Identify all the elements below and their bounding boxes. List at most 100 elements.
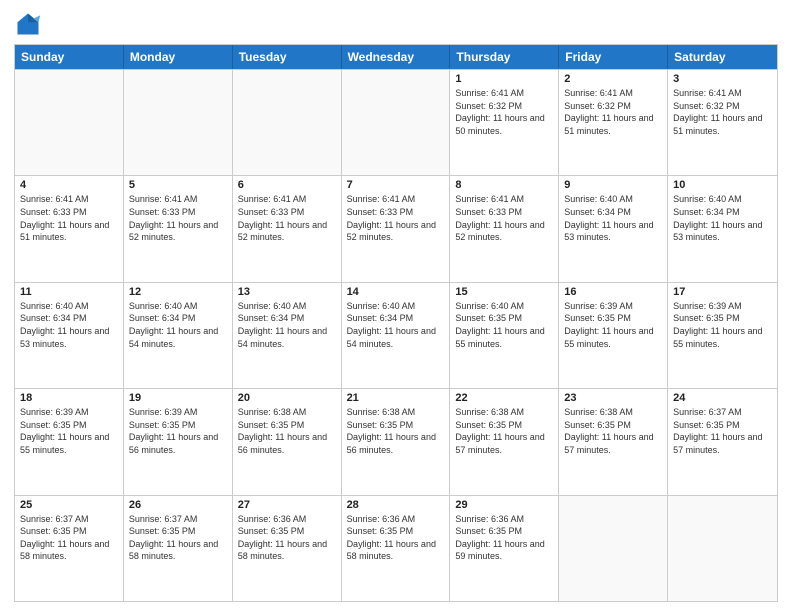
day-cell-10: 10 Sunrise: 6:40 AMSunset: 6:34 PMDayligh… [668,176,777,281]
day-header-monday: Monday [124,45,233,69]
day-cell-8: 8 Sunrise: 6:41 AMSunset: 6:33 PMDaylight… [450,176,559,281]
cell-info: Sunrise: 6:40 AMSunset: 6:35 PMDaylight:… [455,300,553,350]
cell-info: Sunrise: 6:36 AMSunset: 6:35 PMDaylight:… [238,513,336,563]
cell-info: Sunrise: 6:37 AMSunset: 6:35 PMDaylight:… [20,513,118,563]
day-number: 21 [347,392,445,404]
cell-info: Sunrise: 6:41 AMSunset: 6:33 PMDaylight:… [238,193,336,243]
day-number: 11 [20,286,118,298]
logo-icon [14,10,42,38]
calendar-week-3: 11 Sunrise: 6:40 AMSunset: 6:34 PMDayligh… [15,282,777,388]
day-number: 6 [238,179,336,191]
day-number: 10 [673,179,772,191]
day-number: 15 [455,286,553,298]
day-number: 28 [347,499,445,511]
day-number: 25 [20,499,118,511]
cell-info: Sunrise: 6:41 AMSunset: 6:32 PMDaylight:… [455,87,553,137]
day-number: 14 [347,286,445,298]
day-cell-5: 5 Sunrise: 6:41 AMSunset: 6:33 PMDaylight… [124,176,233,281]
day-number: 2 [564,73,662,85]
cell-info: Sunrise: 6:40 AMSunset: 6:34 PMDaylight:… [238,300,336,350]
calendar: SundayMondayTuesdayWednesdayThursdayFrid… [14,44,778,602]
day-cell-28: 28 Sunrise: 6:36 AMSunset: 6:35 PMDayligh… [342,496,451,601]
day-cell-18: 18Sunrise: 6:39 AMSunset: 6:35 PMDayligh… [15,389,124,494]
empty-cell [124,70,233,175]
day-cell-25: 25 Sunrise: 6:37 AMSunset: 6:35 PMDayligh… [15,496,124,601]
header [14,10,778,38]
day-cell-24: 24 Sunrise: 6:37 AMSunset: 6:35 PMDayligh… [668,389,777,494]
day-header-saturday: Saturday [668,45,777,69]
cell-info: Sunrise: 6:41 AMSunset: 6:33 PMDaylight:… [129,193,227,243]
cell-info: Sunrise: 6:36 AMSunset: 6:35 PMDaylight:… [347,513,445,563]
cell-info: Sunrise: 6:39 AMSunset: 6:35 PMDaylight:… [20,406,118,456]
day-number: 17 [673,286,772,298]
day-number: 4 [20,179,118,191]
day-cell-3: 3 Sunrise: 6:41 AMSunset: 6:32 PMDaylight… [668,70,777,175]
empty-cell [15,70,124,175]
day-cell-22: 22 Sunrise: 6:38 AMSunset: 6:35 PMDayligh… [450,389,559,494]
cell-info: Sunrise: 6:40 AMSunset: 6:34 PMDaylight:… [347,300,445,350]
day-header-wednesday: Wednesday [342,45,451,69]
cell-info: Sunrise: 6:36 AMSunset: 6:35 PMDaylight:… [455,513,553,563]
empty-cell [559,496,668,601]
empty-cell [668,496,777,601]
day-cell-23: 23 Sunrise: 6:38 AMSunset: 6:35 PMDayligh… [559,389,668,494]
day-number: 29 [455,499,553,511]
cell-info: Sunrise: 6:40 AMSunset: 6:34 PMDaylight:… [564,193,662,243]
day-number: 19 [129,392,227,404]
day-number: 23 [564,392,662,404]
day-header-thursday: Thursday [450,45,559,69]
day-cell-4: 4 Sunrise: 6:41 AMSunset: 6:33 PMDaylight… [15,176,124,281]
cell-info: Sunrise: 6:38 AMSunset: 6:35 PMDaylight:… [564,406,662,456]
day-cell-17: 17Sunrise: 6:39 AMSunset: 6:35 PMDayligh… [668,283,777,388]
page: SundayMondayTuesdayWednesdayThursdayFrid… [0,0,792,612]
day-cell-16: 16 Sunrise: 6:39 AMSunset: 6:35 PMDayligh… [559,283,668,388]
day-number: 5 [129,179,227,191]
day-number: 13 [238,286,336,298]
day-number: 20 [238,392,336,404]
day-cell-11: 11 Sunrise: 6:40 AMSunset: 6:34 PMDayligh… [15,283,124,388]
cell-info: Sunrise: 6:40 AMSunset: 6:34 PMDaylight:… [129,300,227,350]
day-number: 3 [673,73,772,85]
day-number: 24 [673,392,772,404]
cell-info: Sunrise: 6:39 AMSunset: 6:35 PMDaylight:… [129,406,227,456]
cell-info: Sunrise: 6:41 AMSunset: 6:32 PMDaylight:… [673,87,772,137]
cell-info: Sunrise: 6:38 AMSunset: 6:35 PMDaylight:… [347,406,445,456]
calendar-week-2: 4 Sunrise: 6:41 AMSunset: 6:33 PMDaylight… [15,175,777,281]
day-cell-6: 6 Sunrise: 6:41 AMSunset: 6:33 PMDaylight… [233,176,342,281]
calendar-week-4: 18Sunrise: 6:39 AMSunset: 6:35 PMDayligh… [15,388,777,494]
day-number: 16 [564,286,662,298]
day-cell-13: 13 Sunrise: 6:40 AMSunset: 6:34 PMDayligh… [233,283,342,388]
day-cell-9: 9Sunrise: 6:40 AMSunset: 6:34 PMDaylight… [559,176,668,281]
cell-info: Sunrise: 6:38 AMSunset: 6:35 PMDaylight:… [238,406,336,456]
day-cell-20: 20 Sunrise: 6:38 AMSunset: 6:35 PMDayligh… [233,389,342,494]
day-cell-19: 19 Sunrise: 6:39 AMSunset: 6:35 PMDayligh… [124,389,233,494]
cell-info: Sunrise: 6:39 AMSunset: 6:35 PMDaylight:… [564,300,662,350]
empty-cell [233,70,342,175]
day-number: 22 [455,392,553,404]
cell-info: Sunrise: 6:41 AMSunset: 6:32 PMDaylight:… [564,87,662,137]
day-cell-1: 1 Sunrise: 6:41 AMSunset: 6:32 PMDaylight… [450,70,559,175]
day-number: 12 [129,286,227,298]
day-cell-12: 12 Sunrise: 6:40 AMSunset: 6:34 PMDayligh… [124,283,233,388]
day-number: 1 [455,73,553,85]
cell-info: Sunrise: 6:38 AMSunset: 6:35 PMDaylight:… [455,406,553,456]
cell-info: Sunrise: 6:41 AMSunset: 6:33 PMDaylight:… [455,193,553,243]
cell-info: Sunrise: 6:40 AMSunset: 6:34 PMDaylight:… [673,193,772,243]
calendar-week-5: 25 Sunrise: 6:37 AMSunset: 6:35 PMDayligh… [15,495,777,601]
day-cell-21: 21 Sunrise: 6:38 AMSunset: 6:35 PMDayligh… [342,389,451,494]
day-number: 27 [238,499,336,511]
day-cell-26: 26 Sunrise: 6:37 AMSunset: 6:35 PMDayligh… [124,496,233,601]
day-number: 26 [129,499,227,511]
day-cell-27: 27 Sunrise: 6:36 AMSunset: 6:35 PMDayligh… [233,496,342,601]
logo [14,10,46,38]
day-number: 8 [455,179,553,191]
day-header-friday: Friday [559,45,668,69]
calendar-body: 1 Sunrise: 6:41 AMSunset: 6:32 PMDaylight… [15,69,777,601]
cell-info: Sunrise: 6:37 AMSunset: 6:35 PMDaylight:… [673,406,772,456]
cell-info: Sunrise: 6:40 AMSunset: 6:34 PMDaylight:… [20,300,118,350]
cell-info: Sunrise: 6:41 AMSunset: 6:33 PMDaylight:… [20,193,118,243]
cell-info: Sunrise: 6:37 AMSunset: 6:35 PMDaylight:… [129,513,227,563]
day-cell-29: 29 Sunrise: 6:36 AMSunset: 6:35 PMDayligh… [450,496,559,601]
calendar-week-1: 1 Sunrise: 6:41 AMSunset: 6:32 PMDaylight… [15,69,777,175]
calendar-header: SundayMondayTuesdayWednesdayThursdayFrid… [15,45,777,69]
